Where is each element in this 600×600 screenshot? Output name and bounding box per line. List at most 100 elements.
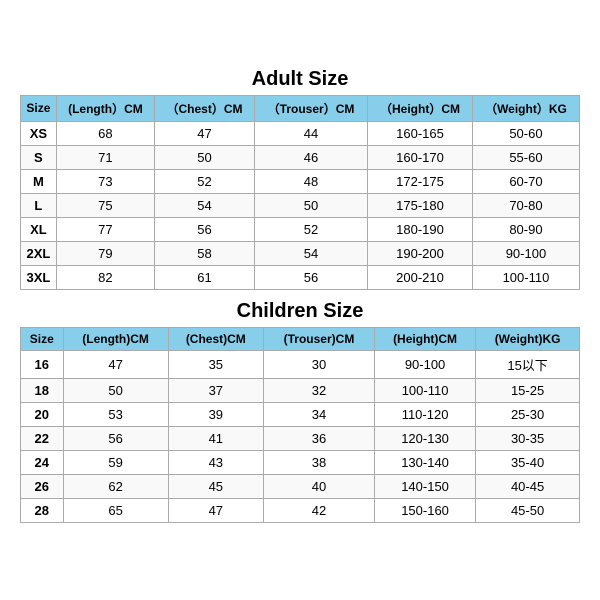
table-row: XS684744160-16550-60 [21,121,580,145]
table-cell: 52 [254,217,367,241]
table-cell: 90-100 [472,241,579,265]
adult-header-row: Size(Length）CM（Chest）CM（Trouser）CM（Heigh… [21,95,580,121]
children-header-cell: (Length)CM [63,327,168,350]
table-row: S715046160-17055-60 [21,145,580,169]
table-cell: 28 [21,498,64,522]
table-cell: 110-120 [374,402,475,426]
table-cell: 62 [63,474,168,498]
table-cell: 20 [21,402,64,426]
table-cell: 38 [263,450,374,474]
adult-header-cell: Size [21,95,57,121]
table-cell: 50 [63,378,168,402]
table-cell: 56 [254,265,367,289]
table-cell: 54 [155,193,255,217]
adult-tbody: XS684744160-16550-60S715046160-17055-60M… [21,121,580,289]
table-cell: 45 [168,474,263,498]
table-cell: M [21,169,57,193]
adult-title: Adult Size [20,68,580,91]
table-cell: 52 [155,169,255,193]
table-cell: 24 [21,450,64,474]
table-cell: 50 [254,193,367,217]
table-cell: 200-210 [368,265,473,289]
table-cell: 65 [63,498,168,522]
adult-header-cell: (Length）CM [56,95,154,121]
table-cell: 79 [56,241,154,265]
children-tbody: 1647353090-10015以下18503732100-11015-2520… [21,350,580,522]
table-cell: 47 [168,498,263,522]
table-cell: 58 [155,241,255,265]
children-table: Size(Length)CM(Chest)CM(Trouser)CM(Heigh… [20,327,580,523]
table-cell: 68 [56,121,154,145]
table-cell: 190-200 [368,241,473,265]
table-cell: 32 [263,378,374,402]
table-cell: 82 [56,265,154,289]
table-cell: 48 [254,169,367,193]
table-cell: 25-30 [476,402,580,426]
children-header-row: Size(Length)CM(Chest)CM(Trouser)CM(Heigh… [21,327,580,350]
table-row: 3XL826156200-210100-110 [21,265,580,289]
table-cell: 54 [254,241,367,265]
table-cell: 15以下 [476,350,580,378]
table-cell: 40-45 [476,474,580,498]
table-cell: 130-140 [374,450,475,474]
table-cell: XL [21,217,57,241]
table-cell: L [21,193,57,217]
table-cell: 43 [168,450,263,474]
children-header-cell: Size [21,327,64,350]
adult-table: Size(Length）CM（Chest）CM（Trouser）CM（Heigh… [20,95,580,290]
table-cell: 35-40 [476,450,580,474]
table-cell: XS [21,121,57,145]
table-cell: 22 [21,426,64,450]
table-cell: 2XL [21,241,57,265]
table-cell: 160-165 [368,121,473,145]
table-row: M735248172-17560-70 [21,169,580,193]
table-row: 2XL795854190-20090-100 [21,241,580,265]
table-cell: 41 [168,426,263,450]
table-cell: 46 [254,145,367,169]
table-cell: 34 [263,402,374,426]
table-cell: 36 [263,426,374,450]
table-cell: 175-180 [368,193,473,217]
table-cell: 44 [254,121,367,145]
table-cell: 39 [168,402,263,426]
table-cell: 180-190 [368,217,473,241]
children-header-cell: (Trouser)CM [263,327,374,350]
table-cell: 77 [56,217,154,241]
adult-header-cell: （Height）CM [368,95,473,121]
table-row: 28654742150-16045-50 [21,498,580,522]
table-cell: 90-100 [374,350,475,378]
table-cell: 100-110 [374,378,475,402]
table-cell: 15-25 [476,378,580,402]
table-cell: 100-110 [472,265,579,289]
table-cell: 37 [168,378,263,402]
table-row: L755450175-18070-80 [21,193,580,217]
table-cell: 30-35 [476,426,580,450]
table-cell: 70-80 [472,193,579,217]
table-cell: 71 [56,145,154,169]
adult-header-cell: （Chest）CM [155,95,255,121]
adult-header-cell: （Trouser）CM [254,95,367,121]
table-cell: 26 [21,474,64,498]
children-header-cell: (Chest)CM [168,327,263,350]
table-cell: 47 [63,350,168,378]
table-cell: 50 [155,145,255,169]
table-cell: 47 [155,121,255,145]
table-row: 24594338130-14035-40 [21,450,580,474]
table-cell: 3XL [21,265,57,289]
table-cell: 53 [63,402,168,426]
table-cell: 18 [21,378,64,402]
table-cell: 172-175 [368,169,473,193]
table-cell: 150-160 [374,498,475,522]
table-cell: 45-50 [476,498,580,522]
table-row: 18503732100-11015-25 [21,378,580,402]
table-cell: 120-130 [374,426,475,450]
table-cell: 42 [263,498,374,522]
table-cell: 56 [63,426,168,450]
table-row: 26624540140-15040-45 [21,474,580,498]
children-header-cell: (Weight)KG [476,327,580,350]
table-cell: 35 [168,350,263,378]
table-cell: 56 [155,217,255,241]
table-cell: 30 [263,350,374,378]
table-cell: 75 [56,193,154,217]
table-row: 22564136120-13030-35 [21,426,580,450]
